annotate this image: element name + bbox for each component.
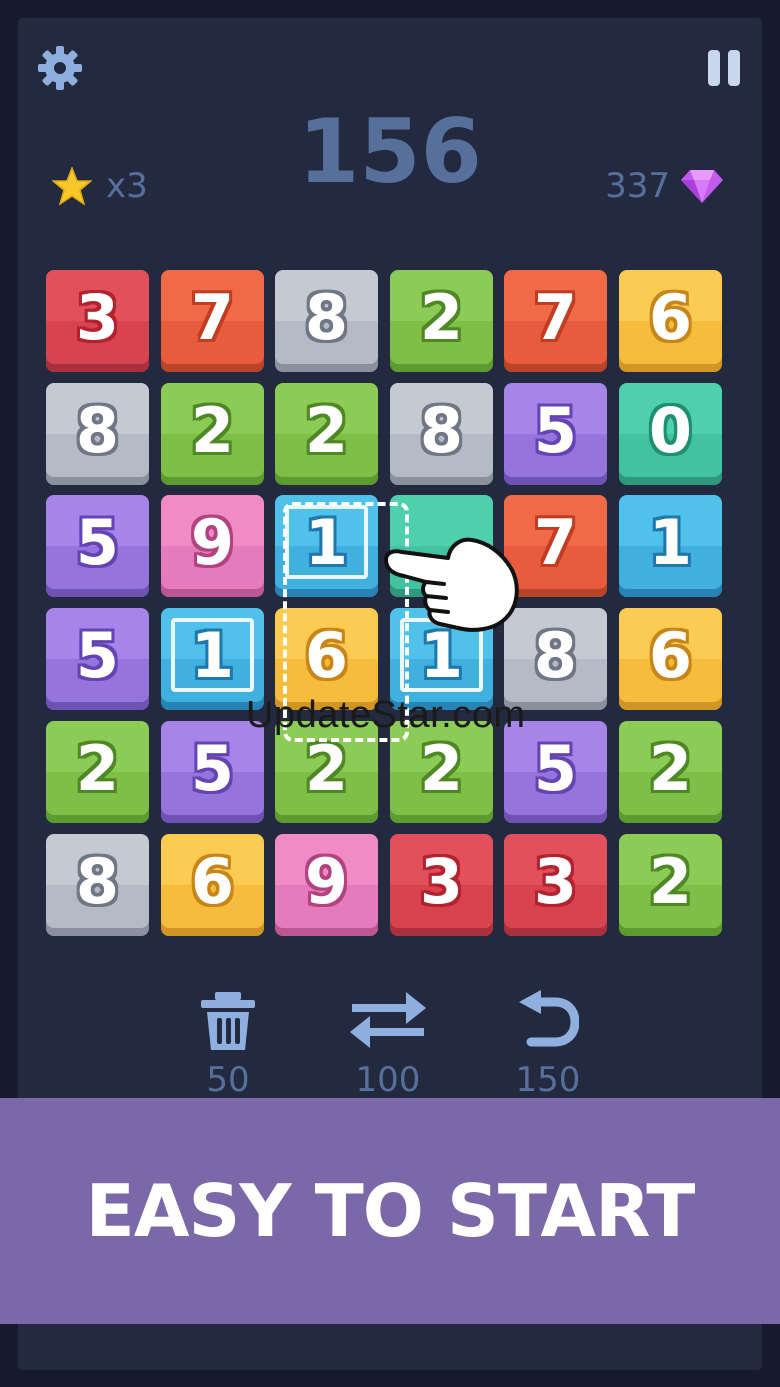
tile-number: 1 [304,506,349,579]
tile-number: 1 [190,619,235,692]
tile-number: 0 [648,394,693,467]
tile-r1-c1[interactable]: 3 [46,270,149,372]
gear-icon [38,46,82,90]
tile-number: 7 [190,281,235,354]
tile-r5-c1[interactable]: 2 [46,721,149,823]
tile-number: 5 [190,732,235,805]
tile-number: 6 [648,619,693,692]
tile-number: 5 [533,394,578,467]
tile-number: 2 [419,732,464,805]
score-display: 156 [298,100,482,203]
star-icon [52,167,92,205]
tile-r1-c4[interactable]: 2 [390,270,493,372]
star-count: x3 [106,166,148,206]
tile-number: 6 [304,619,349,692]
swap-icon [350,992,426,1048]
diamond-icon [681,170,723,203]
tile-number: 1 [419,619,464,692]
tile-r6-c3[interactable]: 9 [275,834,378,936]
tile-r5-c6[interactable]: 2 [619,721,722,823]
pause-icon [708,50,720,86]
tile-r2-c1[interactable]: 8 [46,383,149,485]
tile-number: 7 [533,281,578,354]
tile-number: 8 [419,394,464,467]
tile-number: 2 [190,394,235,467]
tile-number: 7 [533,506,578,579]
tile-number: 6 [648,281,693,354]
promo-banner: EASY TO START [0,1098,780,1324]
tile-number: 8 [304,281,349,354]
trash-cost: 50 [206,1060,250,1100]
tile-number: 8 [533,619,578,692]
tile-r3-c2[interactable]: 9 [161,495,264,597]
tile-number: 1 [648,506,693,579]
tile-number: 8 [75,394,120,467]
tile-number: 3 [75,281,120,354]
gem-count: 337 [605,166,670,206]
tile-r4-c6[interactable]: 6 [619,608,722,710]
tile-r6-c2[interactable]: 6 [161,834,264,936]
undo-icon [519,990,579,1047]
pause-button[interactable] [704,48,744,88]
tile-r4-c1[interactable]: 5 [46,608,149,710]
tile-number: 9 [304,845,349,918]
tile-r6-c5[interactable]: 3 [504,834,607,936]
tile-number: 5 [75,506,120,579]
tile-r2-c5[interactable]: 5 [504,383,607,485]
tile-number: 6 [190,845,235,918]
tile-r2-c6[interactable]: 0 [619,383,722,485]
tile-r3-c3[interactable]: 1 [275,495,378,597]
tile-number: 2 [648,732,693,805]
tile-r6-c1[interactable]: 8 [46,834,149,936]
trash-tool-button[interactable]: 50 [168,990,288,1100]
tile-r2-c4[interactable]: 8 [390,383,493,485]
tile-r1-c5[interactable]: 7 [504,270,607,372]
pause-icon [728,50,740,86]
tile-number: 3 [419,845,464,918]
tile-number: 2 [75,732,120,805]
tile-r1-c3[interactable]: 8 [275,270,378,372]
tile-r2-c2[interactable]: 2 [161,383,264,485]
tile-r1-c2[interactable]: 7 [161,270,264,372]
pointing-hand-icon [384,537,519,632]
swap-cost: 100 [355,1060,421,1100]
settings-button[interactable] [36,44,84,92]
tile-r2-c3[interactable]: 2 [275,383,378,485]
tile-r3-c6[interactable]: 1 [619,495,722,597]
swap-tool-button[interactable]: 100 [328,990,448,1100]
tile-r3-c1[interactable]: 5 [46,495,149,597]
trash-icon [201,992,255,1050]
tile-r6-c6[interactable]: 2 [619,834,722,936]
tile-number: 2 [304,394,349,467]
watermark-text: UpdateStar.com [246,694,526,736]
tile-r6-c4[interactable]: 3 [390,834,493,936]
banner-text: EASY TO START [85,1169,696,1253]
tile-number: 9 [190,506,235,579]
undo-cost: 150 [515,1060,581,1100]
tile-number: 2 [648,845,693,918]
tile-number: 5 [533,732,578,805]
tile-number: 2 [304,732,349,805]
gem-counter: 337 [605,166,724,206]
tile-number: 2 [419,281,464,354]
tile-number: 3 [533,845,578,918]
undo-tool-button[interactable]: 150 [488,990,608,1100]
star-counter: x3 [52,166,148,206]
tile-number: 5 [75,619,120,692]
tile-number: 8 [75,845,120,918]
tile-r1-c6[interactable]: 6 [619,270,722,372]
